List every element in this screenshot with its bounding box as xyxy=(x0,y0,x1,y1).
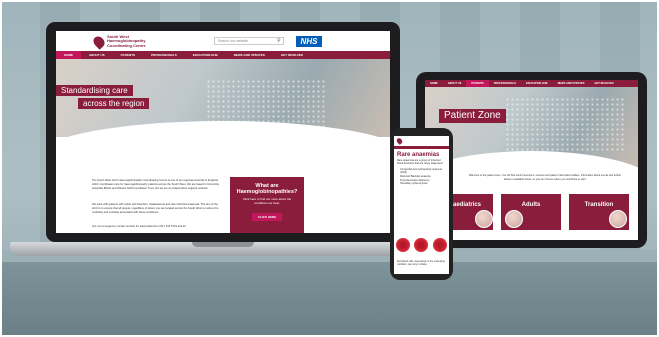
click-here-button[interactable]: CLICK HERE xyxy=(251,213,283,222)
site-logo[interactable]: South West Haemoglobinopathy Coordinatin… xyxy=(91,33,167,50)
hero-heading-line-2: across the region xyxy=(78,98,150,109)
site-header: South West Haemoglobinopathy Coordinatin… xyxy=(56,31,390,51)
tablet-nav-about[interactable]: ABOUT US xyxy=(443,80,467,87)
cta-title: What are Haemoglobinopathies? xyxy=(236,183,298,195)
phone-screen: Rare anaemias Rare anaemias are a group … xyxy=(394,136,449,274)
desk-surface xyxy=(0,262,659,337)
tablet-nav-get-involved[interactable]: GET INVOLVED xyxy=(590,80,619,87)
phone-paragraph: Rare anaemias are a group of inherited b… xyxy=(397,159,444,166)
device-mockup-scene: { "laptop": { "logo_text": "South West H… xyxy=(0,0,659,337)
tablet-nav-home[interactable]: HOME xyxy=(425,80,443,87)
tablet-nav-news[interactable]: NEWS AND UPDATES xyxy=(553,80,590,87)
adults-photo xyxy=(505,210,523,228)
search-input[interactable]: Search our website xyxy=(214,37,284,45)
intro-paragraph-1: The South West HCC Haemoglobinopathy Coo… xyxy=(92,179,220,190)
blood-cell-icon xyxy=(396,238,411,252)
adults-label: Adults xyxy=(521,202,541,208)
transition-card[interactable]: Transition xyxy=(569,194,629,230)
hero-heading-line-1: Standardising care xyxy=(56,85,133,96)
tablet-nav-education[interactable]: EDUCATION HUB xyxy=(521,80,553,87)
blood-cell-icon xyxy=(432,238,447,252)
tablet-nav-patients[interactable]: PATIENTS xyxy=(466,80,489,87)
transition-photo xyxy=(609,210,627,228)
patient-zone-intro: Welcome to the patient zone. You will fi… xyxy=(468,174,622,181)
hero-banner: Standardising care across the region xyxy=(56,59,390,137)
phone-header xyxy=(394,136,449,146)
phone-page-title: Rare anaemias xyxy=(397,152,440,158)
logo-text: South West Haemoglobinopathy Coordinatin… xyxy=(107,34,146,48)
nav-item-get-involved[interactable]: GET INVOLVED xyxy=(273,51,311,59)
laptop-notch xyxy=(192,242,254,247)
intro-paragraph-3: Our non-emergency contact number for adu… xyxy=(92,225,187,228)
blood-cell-icon xyxy=(414,238,429,252)
adults-card[interactable]: Adults xyxy=(501,194,561,230)
phone-list: Congenital dyserythropoietic anaemia (CD… xyxy=(394,166,449,186)
intro-paragraph-2: We work with patients with sickle cell d… xyxy=(92,203,219,214)
phone-logo-icon xyxy=(395,137,404,145)
nhs-logo: NHS xyxy=(296,36,322,47)
paediatrics-photo xyxy=(475,210,493,228)
red-blood-cells-image xyxy=(394,232,449,258)
nav-item-professionals[interactable]: PROFESSIONALS xyxy=(143,51,185,59)
tablet-nav: HOME ABOUT US PATIENTS PROFESSIONALS EDU… xyxy=(425,80,638,87)
phone-list-item: Congenital dyserythropoietic anaemia (CD… xyxy=(400,167,442,175)
hero-curve xyxy=(56,121,390,137)
haemoglobinopathies-cta: What are Haemoglobinopathies? Click here… xyxy=(230,177,304,233)
laptop-screen: South West Haemoglobinopathy Coordinatin… xyxy=(56,31,390,233)
main-nav: HOME ABOUT US PATIENTS PROFESSIONALS EDU… xyxy=(56,51,390,59)
tablet-hero: Patient Zone xyxy=(425,87,638,169)
tablet-screen: HOME ABOUT US PATIENTS PROFESSIONALS EDU… xyxy=(425,80,638,240)
paediatrics-label: Paediatrics xyxy=(448,202,482,208)
tablet-nav-professionals[interactable]: PROFESSIONALS xyxy=(489,80,521,87)
nav-item-about-us[interactable]: ABOUT US xyxy=(81,51,113,59)
phone-list-item: Hereditary spherocytosis xyxy=(400,182,428,186)
blood-drop-logo-icon xyxy=(91,33,107,50)
nav-item-education-hub[interactable]: EDUCATION HUB xyxy=(185,51,226,59)
nav-item-patients[interactable]: PATIENTS xyxy=(113,51,143,59)
phone-footer-text: Red blood cells, depending on the underl… xyxy=(397,260,445,267)
tablet-hero-curve xyxy=(425,151,638,169)
nav-item-news[interactable]: NEWS AND UPDATES xyxy=(226,51,273,59)
cta-subtitle: Click here to find out more about the co… xyxy=(242,197,292,205)
transition-label: Transition xyxy=(584,202,614,208)
nav-item-home[interactable]: HOME xyxy=(56,51,81,59)
search-icon[interactable]: ⚲ xyxy=(277,38,281,44)
tablet-hero-dots xyxy=(505,97,625,152)
patient-zone-title: Patient Zone xyxy=(439,109,506,123)
